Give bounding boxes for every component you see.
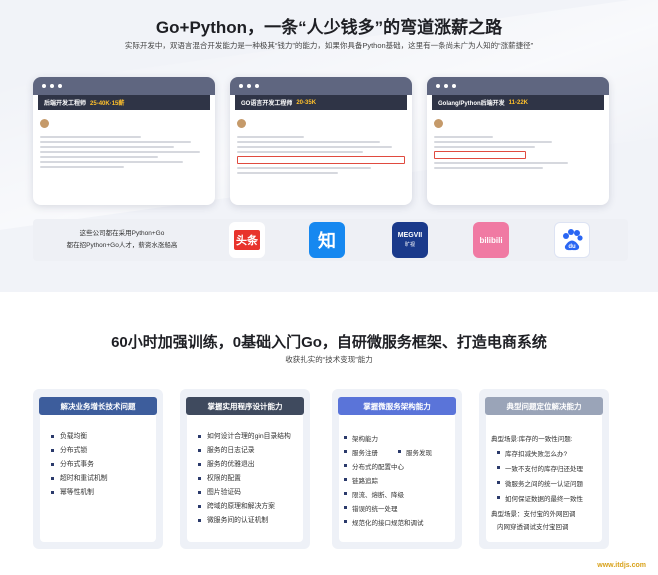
- job-salary: 25-40K·15薪: [90, 101, 125, 107]
- watermark: www.itdjs.com: [597, 562, 646, 569]
- section2-subtitle: 收获扎实的“技术变现”能力: [285, 355, 373, 364]
- list-item: 分布式的配置中心: [344, 461, 404, 471]
- card-list: 如何设计合理的gin目录结构 服务的日志记录 服务的优雅退出 权限的配置 图片验…: [198, 430, 304, 528]
- scenario-outro-1: 典型场景：支付宝的外网回调: [491, 511, 576, 518]
- avatar: [40, 119, 49, 128]
- avatar: [237, 119, 246, 128]
- job-description-placeholder: [33, 110, 215, 176]
- list-item: 架构能力: [344, 433, 378, 443]
- window-chrome: [33, 77, 215, 95]
- page-title: Go+Python，一条“人少钱多”的弯道涨薪之路: [155, 18, 503, 37]
- job-salary: 20-35K: [296, 99, 317, 106]
- company-logos-strip: 这些公司都在采用Python+Go 都在招Python+Go人才，薪资水涨船高 …: [33, 219, 628, 261]
- zhihu-logo: 知: [309, 222, 345, 258]
- toutiao-logo: 头条: [229, 222, 265, 258]
- list-item: 一致不支付的库存归还处理: [497, 463, 583, 473]
- skill-card-design: 掌握实用程序设计能力 如何设计合理的gin目录结构 服务的日志记录 服务的优雅退…: [180, 389, 310, 549]
- list-item: 服务的优雅退出: [198, 458, 304, 472]
- job-screenshot-3: Golang/Python后端开发 11-22K: [427, 77, 609, 205]
- job-title: Golang/Python后端开发: [438, 101, 505, 107]
- scenario-outro-2: 内网穿透调试支付宝回调: [497, 524, 569, 531]
- job-title: GO语言开发工程师: [241, 101, 293, 107]
- list-item: 错误的统一处理: [344, 503, 398, 513]
- companies-caption-line2: 都在招Python+Go人才，薪资水涨船高: [66, 242, 178, 249]
- skill-card-microservice: 掌握微服务架构能力 架构能力 服务注册 服务发现 分布式的配置中心 链路追踪 限…: [332, 389, 462, 549]
- skill-card-growth: 解决业务增长技术问题 负载均衡 分布式锁 分布式事务 超时和重试机制 幂等性机制: [33, 389, 163, 549]
- list-item: 如何保证数据的最终一致性: [497, 493, 583, 503]
- job-description-placeholder: [230, 110, 412, 182]
- list-item: 微服务之间的统一认证问题: [497, 478, 583, 488]
- job-salary: 11-22K: [508, 99, 529, 106]
- list-item: 负载均衡: [51, 430, 157, 444]
- section2-title: 60小时加强训练，0基础入门Go，自研微服务框架、打造电商系统: [111, 334, 547, 351]
- svg-text:du: du: [568, 244, 576, 250]
- list-item: 链路追踪: [344, 475, 378, 485]
- window-chrome: [230, 77, 412, 95]
- baidu-paw-icon: du: [563, 229, 583, 251]
- list-item: 服务注册: [344, 447, 378, 457]
- megvii-logo: MEGVII 旷视: [392, 222, 428, 258]
- list-item: 库存扣减失败怎么办?: [497, 448, 567, 458]
- job-title-bar: Golang/Python后端开发 11-22K: [432, 95, 604, 110]
- window-chrome: [427, 77, 609, 95]
- companies-caption: 这些公司都在采用Python+Go 都在招Python+Go人才，薪资水涨船高: [47, 228, 197, 252]
- list-item: 微服务间的认证机制: [198, 514, 304, 528]
- job-description-placeholder: [427, 110, 609, 177]
- list-item: 权限的配置: [198, 472, 304, 486]
- list-item: 规范化的接口规范和调试: [344, 517, 424, 527]
- highlight-box: [434, 151, 527, 159]
- skill-card-troubleshooting: 典型问题定位解决能力 典型场景:库存的一致性问题: 库存扣减失败怎么办? 一致不…: [479, 389, 609, 549]
- list-item: 跨域的原理和解决方案: [198, 500, 304, 514]
- page-subtitle: 实际开发中，双语言混合开发能力是一种极其“钱力”的能力，如果你具备Python基…: [124, 41, 534, 50]
- job-screenshot-1: 后端开发工程师 25-40K·15薪: [33, 77, 215, 205]
- avatar: [434, 119, 443, 128]
- card-heading: 掌握实用程序设计能力: [186, 397, 304, 415]
- card-heading: 掌握微服务架构能力: [338, 397, 456, 415]
- card-heading: 解决业务增长技术问题: [39, 397, 157, 415]
- list-item: 分布式锁: [51, 444, 157, 458]
- list-item: 超时和重试机制: [51, 472, 157, 486]
- list-item: 图片验证码: [198, 486, 304, 500]
- companies-caption-line1: 这些公司都在采用Python+Go: [79, 230, 165, 237]
- list-item: 服务发现: [398, 447, 432, 457]
- card-heading: 典型问题定位解决能力: [485, 397, 603, 415]
- list-item: 如何设计合理的gin目录结构: [198, 430, 304, 444]
- list-item: 服务的日志记录: [198, 444, 304, 458]
- highlight-box: [237, 156, 405, 164]
- scenario-intro: 典型场景:库存的一致性问题:: [491, 436, 573, 443]
- job-title-bar: 后端开发工程师 25-40K·15薪: [38, 95, 210, 110]
- list-item: 分布式事务: [51, 458, 157, 472]
- job-title-bar: GO语言开发工程师 20-35K: [235, 95, 407, 110]
- list-item: 限流、熔断、降级: [344, 489, 404, 499]
- list-item: 幂等性机制: [51, 486, 157, 500]
- bilibili-logo: bilibili: [473, 222, 509, 258]
- job-title: 后端开发工程师: [44, 101, 87, 107]
- card-list: 负载均衡 分布式锁 分布式事务 超时和重试机制 幂等性机制: [51, 430, 157, 500]
- baidu-logo: du: [554, 222, 590, 258]
- job-screenshot-2: GO语言开发工程师 20-35K: [230, 77, 412, 205]
